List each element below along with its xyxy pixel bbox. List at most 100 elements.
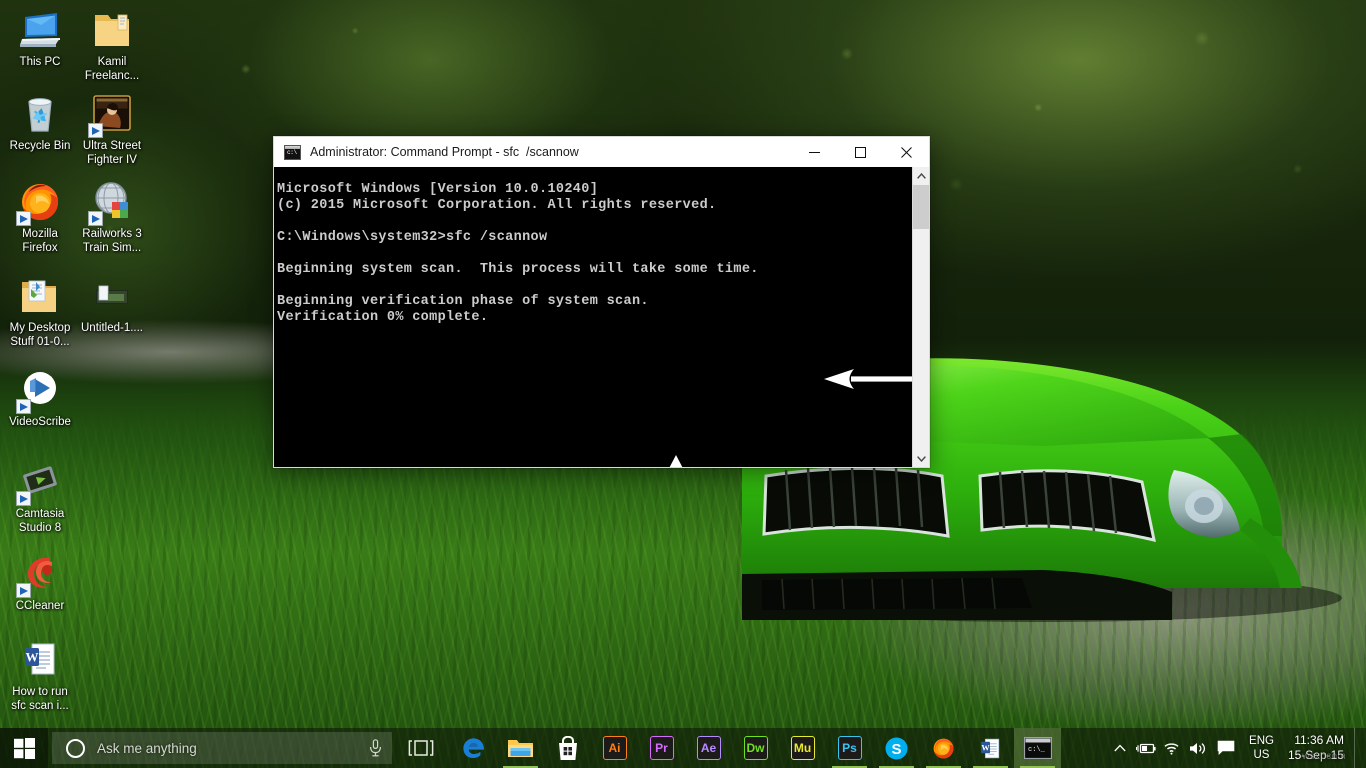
desktop-icon-label: Kamil Freelanc... — [84, 56, 140, 82]
console-text: Microsoft Windows [Version 10.0.10240] (… — [277, 181, 759, 326]
desktop-icon-label: VideoScribe — [9, 416, 71, 428]
desktop-icon-label: CCleaner — [15, 600, 65, 612]
desktop-icon-label: Ultra Street Fighter IV — [82, 140, 142, 166]
taskbar-app-file-explorer[interactable] — [497, 728, 544, 768]
videoscribe-icon — [16, 366, 64, 414]
console-icon — [284, 144, 301, 160]
store-icon — [558, 735, 577, 760]
taskbar-app-skype[interactable]: S — [873, 728, 920, 768]
desktop-icon-how-to-run-sfc-scan[interactable]: W How to run sfc scan i... — [2, 636, 78, 713]
console-output-area[interactable]: Microsoft Windows [Version 10.0.10240] (… — [274, 167, 929, 467]
desktop-icon-ccleaner[interactable]: CCleaner — [2, 550, 78, 614]
search-input[interactable]: Ask me anything — [97, 741, 358, 756]
desktop-icon-my-desktop-stuff[interactable]: My Desktop Stuff 01-0... — [2, 272, 78, 349]
image-file-icon — [88, 272, 136, 320]
up-arrow-annotation — [669, 455, 683, 467]
desktop-icon-ultra-street-fighter-iv[interactable]: Ultra Street Fighter IV — [74, 90, 150, 167]
console-scrollbar[interactable] — [912, 167, 929, 467]
battery-icon[interactable] — [1133, 728, 1159, 768]
command-prompt-window[interactable]: Administrator: Command Prompt - sfc /sca… — [273, 136, 930, 468]
file-explorer-icon — [508, 740, 533, 757]
minimize-button[interactable] — [791, 137, 837, 167]
clock-and-date[interactable]: 11:36 AM 15-Sep-15 wsxpcom — [1282, 728, 1354, 768]
desktop-icon-this-pc[interactable]: This PC — [2, 6, 78, 70]
taskbar-app-muse[interactable]: Mu — [779, 728, 826, 768]
firefox-icon — [16, 178, 64, 226]
premiere-icon: Pr — [649, 736, 674, 760]
taskbar-app-dreamweaver[interactable]: Dw — [732, 728, 779, 768]
task-view-button[interactable] — [398, 728, 444, 768]
show-desktop-button[interactable] — [1354, 728, 1362, 768]
desktop-icon-label: Camtasia Studio 8 — [15, 508, 65, 534]
language-line-1: ENG — [1249, 735, 1274, 747]
taskbar-app-word[interactable]: W — [967, 728, 1014, 768]
close-button[interactable] — [883, 137, 929, 167]
svg-text:W: W — [26, 650, 39, 665]
window-titlebar[interactable]: Administrator: Command Prompt - sfc /sca… — [274, 137, 929, 167]
window-controls — [791, 137, 929, 167]
language-line-2: US — [1253, 749, 1270, 761]
console-icon: c:\_ — [1023, 737, 1052, 759]
firefox-icon — [933, 738, 954, 758]
desktop-icon-recycle-bin[interactable]: Recycle Bin — [2, 90, 78, 154]
desktop-icon-label: Untitled-1.... — [81, 322, 143, 334]
desktop-icon-untitled-1[interactable]: Untitled-1.... — [74, 272, 150, 336]
taskbar-app-store[interactable] — [544, 728, 591, 768]
cortana-ring-icon — [66, 738, 85, 758]
taskbar-app-edge[interactable] — [450, 728, 497, 768]
camtasia-icon — [16, 458, 64, 506]
clock-date: 15-Sep-15 — [1287, 748, 1344, 762]
wifi-icon[interactable] — [1159, 728, 1185, 768]
taskbar-app-illustrator[interactable]: Ai — [591, 728, 638, 768]
search-box[interactable]: Ask me anything — [52, 732, 392, 764]
svg-text:W: W — [981, 743, 990, 752]
language-indicator[interactable]: ENG US — [1241, 728, 1282, 768]
taskbar-app-photoshop[interactable]: Ps — [826, 728, 873, 768]
start-button[interactable] — [0, 728, 48, 768]
scroll-up-arrow[interactable] — [913, 167, 929, 184]
shortcut-overlay-icon — [16, 583, 31, 598]
desktop-icon-kamil-freelanc[interactable]: Kamil Freelanc... — [74, 6, 150, 83]
shortcut-overlay-icon — [88, 211, 103, 226]
action-center-icon[interactable] — [1211, 728, 1241, 768]
photoshop-icon: Ps — [837, 736, 862, 760]
chevron-up-icon[interactable] — [1107, 728, 1133, 768]
muse-icon: Mu — [790, 736, 815, 760]
svg-text:S: S — [891, 741, 901, 758]
svg-text:c:\_: c:\_ — [1028, 746, 1046, 754]
system-tray: ENG US 11:36 AM 15-Sep-15 wsxpcom — [1107, 728, 1366, 768]
shortcut-overlay-icon — [88, 123, 103, 138]
desktop-icon-railworks-3-train-sim[interactable]: Railworks 3 Train Sim... — [74, 178, 150, 255]
shortcut-overlay-icon — [16, 211, 31, 226]
desktop-icon-mozilla-firefox[interactable]: Mozilla Firefox — [2, 178, 78, 255]
after-effects-icon: Ae — [696, 736, 721, 760]
microphone-icon[interactable] — [358, 739, 392, 757]
speaker-icon[interactable] — [1185, 728, 1211, 768]
window-title: Administrator: Command Prompt - sfc /sca… — [310, 145, 579, 159]
folder-icon — [88, 6, 136, 54]
desktop-icon-label: This PC — [19, 56, 61, 68]
maximize-button[interactable] — [837, 137, 883, 167]
desktop-icon-camtasia-studio-8[interactable]: Camtasia Studio 8 — [2, 458, 78, 535]
folder-stack-icon — [16, 272, 64, 320]
game-icon — [88, 90, 136, 138]
taskbar-app-firefox[interactable] — [920, 728, 967, 768]
illustrator-icon: Ai — [602, 736, 627, 760]
scroll-down-arrow[interactable] — [913, 450, 929, 467]
scrollbar-thumb[interactable] — [913, 185, 929, 229]
taskbar: Ask me anything Ai Pr Ae Dw Mu Ps S W c:… — [0, 728, 1366, 768]
desktop-icon-label: Recycle Bin — [9, 140, 71, 152]
desktop-screen: This PC Kamil Freelanc... Recycle Bin Ul… — [0, 0, 1366, 768]
desktop-icon-label: Railworks 3 Train Sim... — [82, 228, 142, 254]
taskbar-app-premiere[interactable]: Pr — [638, 728, 685, 768]
recycle-bin-icon — [16, 90, 64, 138]
left-arrow-annotation — [824, 369, 926, 389]
railworks-icon — [88, 178, 136, 226]
taskbar-app-buttons: Ai Pr Ae Dw Mu Ps S W c:\_ — [450, 728, 1061, 768]
desktop-icon-videoscribe[interactable]: VideoScribe — [2, 366, 78, 430]
shortcut-overlay-icon — [16, 491, 31, 506]
clock-time: 11:36 AM — [1294, 733, 1344, 747]
taskbar-app-command-prompt[interactable]: c:\_ — [1014, 728, 1061, 768]
task-view-icon — [408, 740, 434, 756]
taskbar-app-after-effects[interactable]: Ae — [685, 728, 732, 768]
